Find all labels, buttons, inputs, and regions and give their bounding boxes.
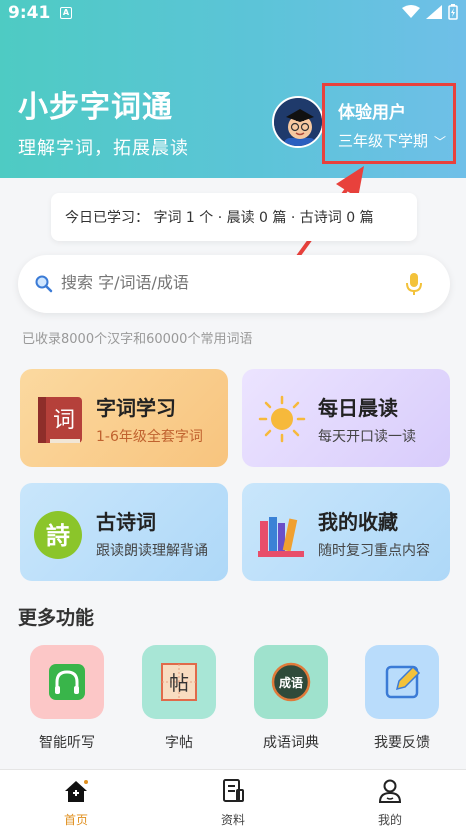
dictionary-book-icon: 词 xyxy=(38,397,82,443)
feature-label: 我要反馈 xyxy=(374,735,430,751)
card-my-favorites[interactable]: 我的收藏 随时复习重点内容 xyxy=(242,483,450,581)
user-name: 体验用户 xyxy=(338,103,406,123)
card-title: 字词学习 xyxy=(96,396,176,420)
app-subtitle: 理解字词，拓展晨读 xyxy=(18,138,189,159)
tab-label: 资料 xyxy=(220,813,245,827)
copybook-icon-char: 帖 xyxy=(169,671,189,695)
avatar[interactable] xyxy=(272,96,324,148)
microphone-icon[interactable] xyxy=(406,272,422,296)
dictation-tile xyxy=(30,645,104,719)
search-input[interactable] xyxy=(61,273,391,292)
card-subtitle: 1-6年级全套字词 xyxy=(96,429,203,445)
card-ancient-poetry[interactable]: 詩 古诗词 跟读朗读理解背诵 xyxy=(20,483,228,581)
sun-icon xyxy=(258,395,306,443)
poetry-icon-char: 詩 xyxy=(46,522,70,550)
home-icon xyxy=(65,780,88,802)
chevron-down-icon: ﹀ xyxy=(433,135,446,149)
card-subtitle: 跟读朗读理解背诵 xyxy=(96,543,208,559)
bookshelf-icon xyxy=(258,517,304,557)
edit-note-icon xyxy=(385,665,421,699)
idiom-icon-char: 成语 xyxy=(279,675,303,690)
headphones-icon xyxy=(49,664,85,700)
sim-icon: A xyxy=(60,7,72,19)
today-progress: 今日已学习： 字词 1 个 · 晨读 0 篇 · 古诗词 0 篇 xyxy=(51,193,417,241)
user-icon xyxy=(378,779,402,803)
feature-label: 智能听写 xyxy=(39,735,95,751)
status-bar: 9:41 A xyxy=(0,0,466,28)
idiom-tile: 成语 xyxy=(254,645,328,719)
status-time: 9:41 xyxy=(8,3,51,23)
dictionary-icon-char: 词 xyxy=(53,408,75,433)
app-title: 小步字词通 xyxy=(18,90,173,125)
idiom-badge-icon: 成语 xyxy=(271,662,311,702)
card-title: 我的收藏 xyxy=(318,510,398,534)
feature-dictation[interactable]: 智能听写 xyxy=(29,645,105,752)
feature-feedback[interactable]: 我要反馈 xyxy=(364,645,440,752)
feature-label: 成语词典 xyxy=(263,735,319,751)
feature-label: 字帖 xyxy=(165,735,193,751)
signal-icon xyxy=(426,5,442,19)
feature-idiom-dictionary[interactable]: 成语 成语词典 xyxy=(253,645,329,752)
record-count: 已收录8000个汉字和60000个常用词语 xyxy=(22,332,253,347)
document-icon xyxy=(223,779,244,802)
card-title: 古诗词 xyxy=(96,510,156,534)
tab-label: 我的 xyxy=(377,813,402,827)
search-bar[interactable] xyxy=(18,255,450,313)
feature-copybook[interactable]: 帖 字帖 xyxy=(141,645,217,752)
user-info-box[interactable]: 体验用户 三年级下学期 ﹀ xyxy=(322,83,456,164)
card-morning-reading[interactable]: 每日晨读 每天开口读一读 xyxy=(242,369,450,467)
tab-label: 首页 xyxy=(63,813,88,827)
battery-icon xyxy=(448,4,458,20)
copybook-tile: 帖 xyxy=(142,645,216,719)
card-subtitle: 随时复习重点内容 xyxy=(318,543,430,559)
wifi-icon xyxy=(402,5,420,18)
search-icon xyxy=(35,275,53,293)
tab-home[interactable]: 首页 xyxy=(46,778,106,828)
feedback-tile xyxy=(365,645,439,719)
card-title: 每日晨读 xyxy=(318,396,398,420)
tab-profile[interactable]: 我的 xyxy=(360,778,420,828)
grade-selector[interactable]: 三年级下学期 xyxy=(338,130,428,151)
tab-materials[interactable]: 资料 xyxy=(203,778,263,828)
card-subtitle: 每天开口读一读 xyxy=(318,429,416,445)
copybook-icon: 帖 xyxy=(161,663,197,701)
more-features-title: 更多功能 xyxy=(18,607,95,629)
bottom-tab-bar: 首页 资料 我的 xyxy=(0,769,466,833)
poetry-badge-icon: 詩 xyxy=(34,511,82,559)
card-word-study[interactable]: 词 字词学习 1-6年级全套字词 xyxy=(20,369,228,467)
